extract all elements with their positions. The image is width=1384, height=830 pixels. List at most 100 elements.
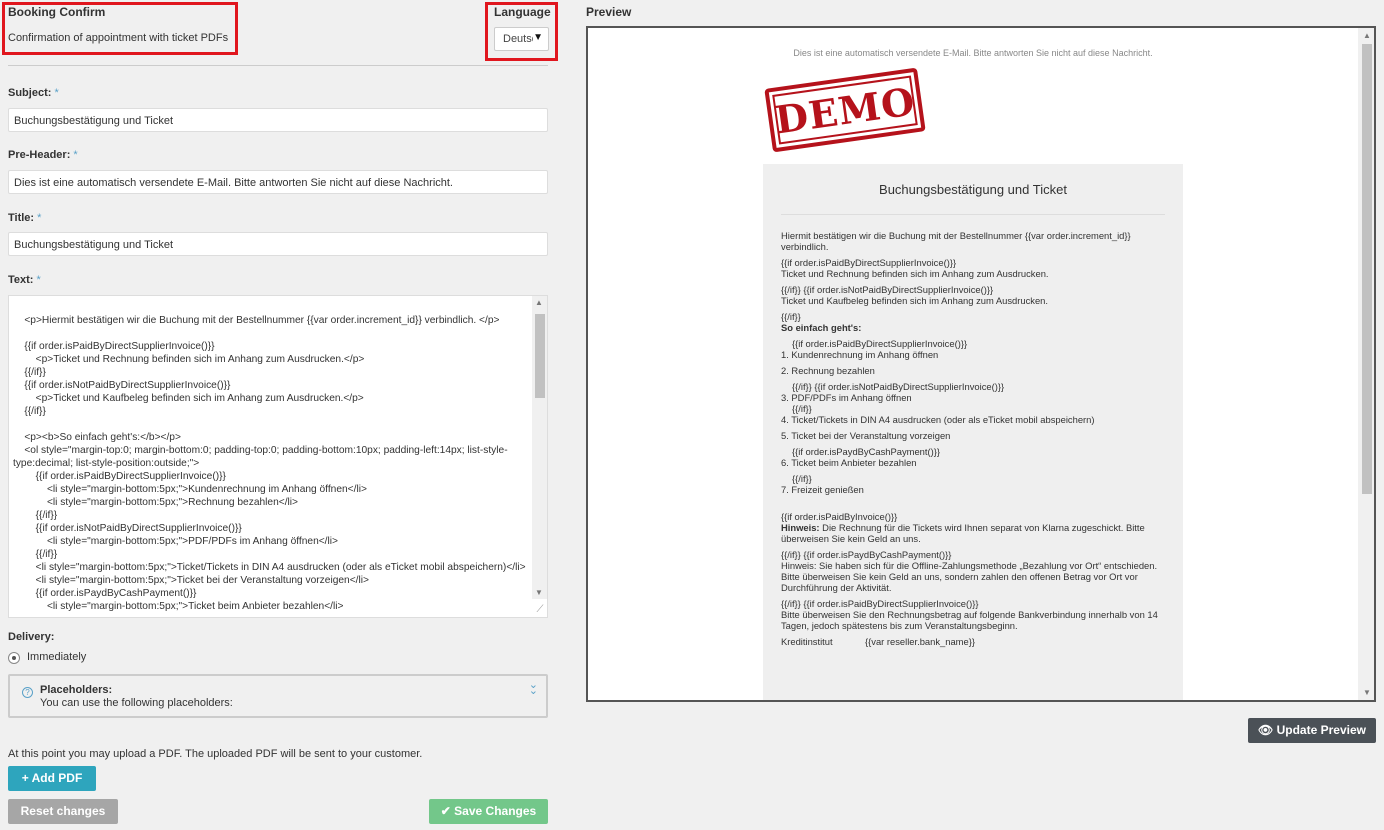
email-line: Hinweis: Sie haben sich für die Offline-… <box>781 560 1158 593</box>
code-line: {{if order.isNotPaidByDirectSupplierInvo… <box>13 380 231 391</box>
plus-icon: + <box>21 771 32 785</box>
header-divider <box>8 65 548 66</box>
preheader-input[interactable]: Dies ist eine automatisch versendete E-M… <box>8 170 548 194</box>
list-item: {{/if}} <box>792 403 812 414</box>
email-line: {{if order.isPaidByDirectSupplierInvoice… <box>781 257 957 268</box>
code-line: <p>Hiermit bestätigen wir die Buchung mi… <box>13 315 500 326</box>
add-pdf-label: Add PDF <box>31 771 83 785</box>
code-line: <li style="margin-bottom:5px;">PDF/PDFs … <box>13 536 338 547</box>
template-subtitle: Confirmation of appointment with ticket … <box>8 32 229 44</box>
email-paragraph: {{/if}} {{if order.isPaidByDirectSupplie… <box>781 598 1171 631</box>
subject-input[interactable]: Buchungsbestätigung und Ticket <box>8 108 548 132</box>
code-line: {{if order.isPaydByCashPayment()}} <box>13 588 197 599</box>
email-title: Buchungsbestätigung und Ticket <box>879 182 1067 197</box>
list-item: {{if order.isPaydByCashPayment()}} <box>792 446 940 457</box>
bank-label: Kreditinstitut <box>781 636 833 647</box>
reset-changes-button[interactable]: Reset changes <box>8 799 118 824</box>
email-paragraph: {{if order.isPaidByDirectSupplierInvoice… <box>781 257 1171 279</box>
email-line: {{/if}} <box>781 311 801 322</box>
list-item: 1. Kundenrechnung im Anhang öffnen <box>781 349 939 360</box>
text-label: Text: * <box>8 274 41 286</box>
code-line: <p>Ticket und Rechnung befinden sich im … <box>13 354 365 365</box>
update-preview-button[interactable]: 👁 Update Preview <box>1248 718 1376 743</box>
list-item: {{/if}} <box>792 473 812 484</box>
scroll-down-icon[interactable]: ▼ <box>1363 688 1371 697</box>
list-item: 5. Ticket bei der Veranstaltung vorzeige… <box>781 430 951 441</box>
preview-frame[interactable]: Dies ist eine automatisch versendete E-M… <box>586 26 1376 702</box>
scroll-up-icon[interactable]: ▲ <box>1363 31 1371 40</box>
scroll-down-icon[interactable]: ▼ <box>535 588 543 597</box>
code-line: <ol style="margin-top:0; margin-bottom:0… <box>13 445 508 469</box>
email-steps-heading: So einfach geht's: <box>781 322 862 333</box>
code-line: <li style="margin-bottom:5px;">Kundenrec… <box>13 484 367 495</box>
bank-value: {{var reseller.bank_name}} <box>865 636 975 647</box>
check-icon: ✔ <box>440 804 455 818</box>
email-paragraph: {{if order.isPaidByInvoice()}} Hinweis: … <box>781 511 1171 544</box>
upload-description: At this point you may upload a PDF. The … <box>8 748 423 760</box>
text-editor[interactable]: <p>Hiermit bestätigen wir die Buchung mi… <box>8 295 548 618</box>
add-pdf-button[interactable]: + Add PDF <box>8 766 96 791</box>
scrollbar-thumb[interactable] <box>1362 44 1372 494</box>
code-line: {{/if}} <box>13 406 46 417</box>
list-item: 7. Freizeit genießen <box>781 484 864 495</box>
placeholders-title: Placeholders: <box>40 684 113 696</box>
email-paragraph: {{/if}} {{if order.isNotPaidByDirectSupp… <box>781 284 1171 306</box>
list-item: 4. Ticket/Tickets in DIN A4 ausdrucken (… <box>781 414 1095 425</box>
email-body: Hiermit bestätigen wir die Buchung mit d… <box>781 230 1171 647</box>
template-title: Booking Confirm <box>8 5 106 19</box>
code-line: {{/if}} <box>13 367 46 378</box>
resize-handle-icon[interactable]: ⟋ <box>534 604 546 616</box>
preview-preheader: Dies ist eine automatisch versendete E-M… <box>793 48 1153 58</box>
list-item: {{/if}} {{if order.isNotPaidByDirectSupp… <box>792 381 1005 392</box>
preheader-label: Pre-Header: * <box>8 149 78 161</box>
help-icon: ? <box>22 687 33 698</box>
scroll-up-icon[interactable]: ▲ <box>535 298 543 307</box>
update-preview-label: Update Preview <box>1276 723 1366 737</box>
title-input[interactable]: Buchungsbestätigung und Ticket <box>8 232 548 256</box>
title-label: Title: * <box>8 212 42 224</box>
demo-stamp-text: DEMO <box>772 78 919 143</box>
language-select[interactable]: Deutsch ▼ <box>494 27 549 51</box>
demo-stamp: DEMO <box>764 67 926 153</box>
hint-bold: Hinweis: <box>781 522 820 533</box>
list-item: {{if order.isPaidByDirectSupplierInvoice… <box>792 338 968 349</box>
save-changes-button[interactable]: ✔ Save Changes <box>429 799 548 824</box>
code-line: {{if order.isNotPaidByDirectSupplierInvo… <box>13 523 242 534</box>
list-item: 6. Ticket beim Anbieter bezahlen <box>781 457 917 468</box>
email-paragraph: Hiermit bestätigen wir die Buchung mit d… <box>781 230 1131 252</box>
email-line: Hinweis: Die Rechnung für die Tickets wi… <box>781 522 1171 544</box>
bank-row: Kreditinstitut {{var reseller.bank_name}… <box>781 636 1171 647</box>
email-line: {{/if}} {{if order.isPaydByCashPayment()… <box>781 549 952 560</box>
immediately-radio-label[interactable]: Immediately <box>27 651 86 663</box>
code-line: {{if order.isPaidByDirectSupplierInvoice… <box>13 471 226 482</box>
hint-text: Die Rechnung für die Tickets wird Ihnen … <box>781 522 1145 544</box>
email-line: {{/if}} {{if order.isPaidByDirectSupplie… <box>781 598 979 609</box>
email-steps-list: {{if order.isPaidByDirectSupplierInvoice… <box>781 338 1171 495</box>
text-editor-content[interactable]: <p>Hiermit bestätigen wir die Buchung mi… <box>13 314 533 613</box>
caret-down-icon: ▼ <box>533 32 543 43</box>
save-changes-label: Save Changes <box>454 804 537 818</box>
code-line: <li style="margin-bottom:5px;">Ticket be… <box>13 601 344 612</box>
language-label: Language <box>494 5 551 19</box>
placeholders-subtitle: You can use the following placeholders: <box>40 697 233 709</box>
placeholders-panel[interactable]: ? Placeholders: You can use the followin… <box>8 674 548 718</box>
email-line: {{if order.isPaidByInvoice()}} <box>781 511 898 522</box>
list-item: 3. PDF/PDFs im Anhang öffnen <box>781 392 912 403</box>
text-editor-scrollbar[interactable]: ▲ ▼ <box>532 296 547 599</box>
email-line: {{/if}} {{if order.isNotPaidByDirectSupp… <box>781 284 994 295</box>
scrollbar-thumb[interactable] <box>535 314 545 398</box>
preview-label: Preview <box>586 5 632 19</box>
email-line: Ticket und Rechnung befinden sich im Anh… <box>781 268 1049 279</box>
immediately-radio[interactable] <box>8 652 20 664</box>
double-chevron-down-icon[interactable]: ⌄ ⌄ <box>529 680 538 697</box>
code-line: <li style="margin-bottom:5px;">Ticket be… <box>13 575 369 586</box>
code-line: {{if order.isPaidByDirectSupplierInvoice… <box>13 341 215 352</box>
list-item: 2. Rechnung bezahlen <box>781 365 875 376</box>
code-line: <li style="margin-bottom:5px;">Rechnung … <box>13 497 298 508</box>
preview-scrollbar[interactable]: ▲ ▼ <box>1358 28 1374 700</box>
email-card: Buchungsbestätigung und Ticket Hiermit b… <box>763 164 1183 700</box>
code-line: <p>Ticket und Kaufbeleg befinden sich im… <box>13 393 364 404</box>
subject-label: Subject: * <box>8 87 59 99</box>
email-line: Ticket und Kaufbeleg befinden sich im An… <box>781 295 1049 306</box>
code-line: {{/if}} <box>13 549 58 560</box>
